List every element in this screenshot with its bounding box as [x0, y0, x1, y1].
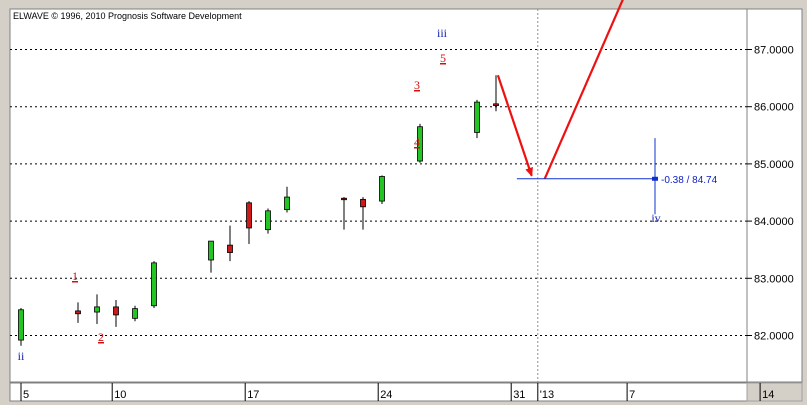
date-tick-label: 10 — [114, 389, 126, 401]
price-axis-panel — [746, 8, 803, 383]
candle-body — [265, 210, 271, 231]
price-tick-label: 85.0000 — [754, 159, 794, 171]
date-tick-label: 17 — [247, 389, 259, 401]
candle-body — [360, 198, 366, 208]
date-tick-label: 5 — [23, 389, 29, 401]
price-tick-label: 83.0000 — [754, 273, 794, 285]
copyright-text: ELWAVE © 1996, 2010 Prognosis Software D… — [13, 11, 242, 21]
wave-label-iv: iv — [651, 211, 660, 225]
candle-body — [227, 244, 233, 253]
wave-label-1: 1 — [72, 269, 78, 283]
candle-body — [113, 306, 119, 316]
candle-body — [474, 101, 480, 133]
date-tick-label: 24 — [380, 389, 392, 401]
plot-area[interactable] — [9, 8, 748, 383]
date-tick-label: 7 — [629, 389, 635, 401]
date-tick-label: '13 — [540, 389, 554, 401]
candle-body — [284, 196, 290, 211]
price-tick-label: 87.0000 — [754, 45, 794, 57]
candle-body — [246, 202, 252, 229]
candle-body — [94, 306, 100, 313]
chart-window: 82.0000 83.0000 84.0000 85.0000 86.0000 87.00… — [0, 0, 807, 405]
candle-body — [208, 240, 214, 261]
wave-label-ii: ii — [18, 349, 25, 363]
candle-body — [151, 262, 157, 307]
candle-body — [18, 309, 24, 341]
scrollbar-corner — [746, 382, 803, 402]
price-tick-label: 86.0000 — [754, 102, 794, 114]
price-tick-label: 82.0000 — [754, 331, 794, 343]
date-tick-label: 31 — [513, 389, 525, 401]
candle-body — [341, 197, 347, 201]
target-marker — [652, 176, 658, 181]
chart[interactable]: 82.0000 83.0000 84.0000 85.0000 86.0000 87.00… — [0, 0, 807, 405]
wave-label-iii: iii — [437, 26, 448, 40]
wave-label-4: 4 — [414, 135, 420, 149]
wave-label-3: 3 — [414, 78, 420, 92]
target-label: -0.38 / 84.74 — [661, 175, 718, 186]
wave-label-2: 2 — [98, 330, 104, 344]
wave-label-5: 5 — [440, 51, 446, 65]
candle-body — [493, 103, 499, 106]
price-tick-label: 84.0000 — [754, 216, 794, 228]
candle-body — [75, 310, 81, 315]
candle-body — [132, 308, 138, 319]
candle-body — [379, 176, 385, 202]
date-tick-label: 14 — [762, 389, 774, 401]
